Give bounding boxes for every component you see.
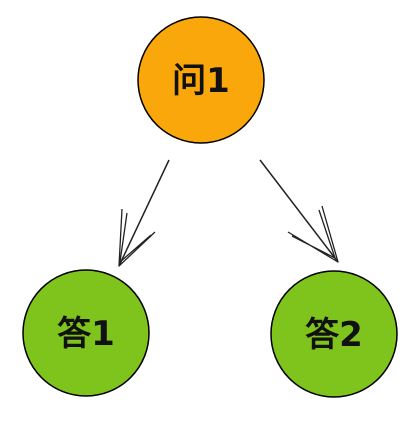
edge-question-to-answer2 (259, 159, 339, 263)
node-answer-2: 答2 (270, 270, 398, 398)
qa-tree-diagram: 问1 答1 答2 (22, 16, 398, 398)
node-question-label: 问1 (172, 61, 230, 101)
node-question: 问1 (137, 16, 265, 144)
node-answer-1: 答1 (22, 269, 150, 397)
edge-question-to-answer1 (118, 159, 170, 267)
node-answer-1-label: 答1 (57, 314, 115, 354)
edge-question-to-answer2-line (259, 159, 339, 263)
node-answer-2-label: 答2 (305, 315, 363, 355)
edge-question-to-answer1-arrowhead (118, 208, 156, 267)
edge-question-to-answer2-arrowhead (287, 205, 339, 263)
